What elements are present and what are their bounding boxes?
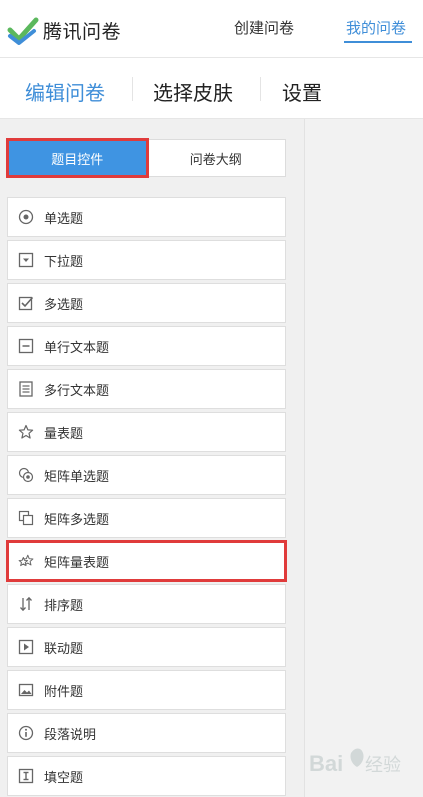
question-type-multiple-choice[interactable]: 多选题	[7, 283, 286, 323]
watermark-logo: Bai 经验	[309, 748, 401, 776]
question-type-label: 矩阵多选题	[44, 512, 110, 528]
single-line-text-icon	[18, 338, 34, 354]
sort-icon	[18, 596, 34, 612]
survey-outline-tab[interactable]: 问卷大纲	[147, 140, 286, 176]
question-type-attachment[interactable]: 附件题	[7, 670, 286, 710]
nav-my-surveys[interactable]: 我的问卷	[346, 17, 406, 38]
question-type-label: 量表题	[44, 426, 84, 442]
matrix-checkbox-icon	[18, 510, 34, 526]
question-type-label: 填空题	[44, 770, 84, 786]
question-type-matrix-multiple-choice[interactable]: 矩阵多选题	[7, 498, 286, 538]
question-controls-tab[interactable]: 题目控件	[6, 138, 149, 178]
nav-create-survey[interactable]: 创建问卷	[234, 17, 294, 38]
tab-choose-skin[interactable]: 选择皮肤	[153, 77, 233, 106]
question-type-fill-blank[interactable]: 填空题	[7, 756, 286, 796]
logo[interactable]: 腾讯问卷	[7, 14, 121, 46]
checkbox-icon	[18, 295, 34, 311]
question-type-matrix-single-choice[interactable]: 矩阵单选题	[7, 455, 286, 495]
editor-tabbar: 编辑问卷 选择皮肤 设置	[0, 59, 423, 119]
question-type-rating-scale[interactable]: 量表题	[7, 412, 286, 452]
question-type-list: 单选题 下拉题 多选题 单行文本题 多行文本题 量表题 矩阵单选题 矩阵多选题 …	[6, 197, 287, 797]
canvas-panel	[304, 119, 423, 797]
question-type-label: 附件题	[44, 684, 84, 700]
checkmark-logo-icon	[7, 17, 39, 45]
logo-text: 腾讯问卷	[43, 20, 122, 43]
question-type-paragraph[interactable]: 段落说明	[7, 713, 286, 753]
info-icon	[18, 725, 34, 741]
svg-text:Bai: Bai	[309, 751, 343, 776]
fill-blank-icon	[18, 768, 34, 784]
star-icon	[18, 424, 34, 440]
question-type-label: 矩阵单选题	[44, 469, 110, 485]
question-type-label: 多选题	[44, 297, 84, 313]
question-type-label: 排序题	[44, 598, 84, 614]
question-type-ranking[interactable]: 排序题	[7, 584, 286, 624]
panel-switcher: 题目控件 问卷大纲	[6, 138, 286, 178]
question-type-label: 联动题	[44, 641, 84, 657]
question-type-label: 段落说明	[44, 727, 97, 743]
question-type-matrix-rating-scale[interactable]: 矩阵量表题	[6, 540, 287, 582]
question-type-label: 矩阵量表题	[44, 555, 110, 571]
radio-icon	[18, 209, 34, 225]
image-icon	[18, 682, 34, 698]
nav-active-indicator	[344, 41, 412, 43]
question-type-label: 下拉题	[44, 254, 84, 270]
question-type-label: 单选题	[44, 211, 84, 227]
tab-divider	[260, 77, 261, 101]
dropdown-icon	[18, 252, 34, 268]
matrix-star-icon	[18, 553, 34, 569]
tab-divider	[132, 77, 133, 101]
question-type-dropdown[interactable]: 下拉题	[7, 240, 286, 280]
question-type-single-line-text[interactable]: 单行文本题	[7, 326, 286, 366]
play-icon	[18, 639, 34, 655]
tab-edit-survey[interactable]: 编辑问卷	[25, 77, 105, 106]
svg-text:经验: 经验	[365, 755, 401, 776]
question-type-label: 单行文本题	[44, 340, 110, 356]
question-type-linked[interactable]: 联动题	[7, 627, 286, 667]
multi-line-text-icon	[18, 381, 34, 397]
question-type-multi-line-text[interactable]: 多行文本题	[7, 369, 286, 409]
top-header: 腾讯问卷 创建问卷 我的问卷	[0, 0, 423, 58]
question-type-single-choice[interactable]: 单选题	[7, 197, 286, 237]
matrix-radio-icon	[18, 467, 34, 483]
question-type-label: 多行文本题	[44, 383, 110, 399]
tab-settings[interactable]: 设置	[282, 77, 322, 106]
